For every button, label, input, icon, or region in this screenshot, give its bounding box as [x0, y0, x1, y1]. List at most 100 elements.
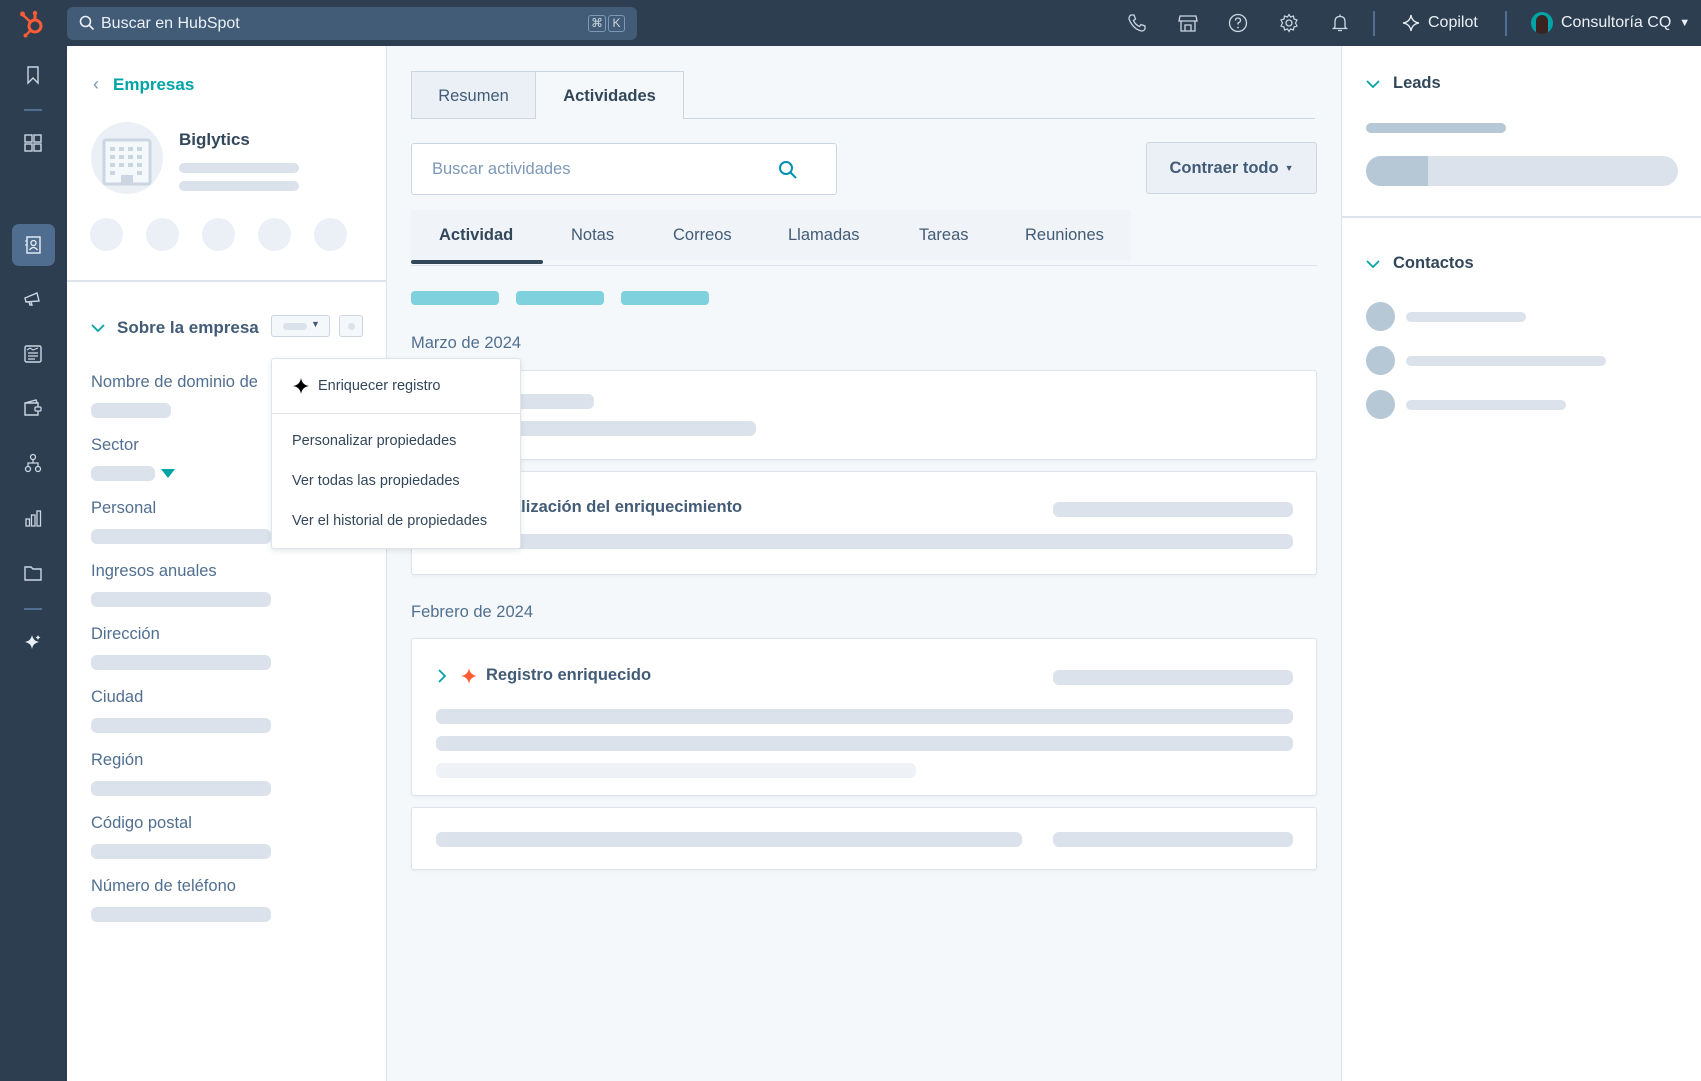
activity-card[interactable]	[411, 370, 1317, 460]
lead-stage-progress	[1366, 156, 1678, 186]
property-value[interactable]	[91, 718, 271, 733]
reporting-icon[interactable]	[22, 507, 44, 529]
account-name: Consultoría CQ	[1561, 14, 1672, 31]
marketing-icon[interactable]	[22, 288, 44, 310]
placeholder-bar	[436, 736, 1293, 751]
property-value[interactable]	[91, 781, 271, 796]
filter-chip[interactable]	[411, 291, 499, 305]
contact-avatar[interactable]	[1366, 302, 1395, 331]
copilot-label: Copilot	[1428, 14, 1478, 31]
hubspot-logo-icon[interactable]	[18, 8, 48, 38]
menu-item-property-history[interactable]: Ver el historial de propiedades	[292, 513, 487, 529]
subtab-notas[interactable]: Notas	[571, 226, 614, 245]
subtab-tareas[interactable]: Tareas	[919, 226, 969, 245]
quick-action-call[interactable]	[202, 218, 235, 251]
menu-item-view-all-properties[interactable]: Ver todas las propiedades	[292, 473, 460, 489]
quick-action-task[interactable]	[258, 218, 291, 251]
company-name: Biglytics	[179, 130, 250, 149]
placeholder-dot	[348, 323, 355, 330]
month-heading: Febrero de 2024	[411, 603, 534, 621]
contact-name-placeholder[interactable]	[1406, 312, 1526, 322]
chevron-right-icon[interactable]	[436, 668, 448, 684]
activity-title: Registro enriquecido	[486, 666, 652, 684]
top-navigation-bar: Buscar en HubSpot ⌘ K Copilot Consultorí…	[0, 0, 1701, 46]
subtab-llamadas[interactable]: Llamadas	[788, 226, 860, 245]
caret-down-icon[interactable]	[161, 469, 175, 478]
property-label: Personal	[91, 499, 157, 517]
placeholder-bar	[1053, 670, 1293, 685]
quick-action-email[interactable]	[146, 218, 179, 251]
actions-dropdown-button[interactable]: ▼	[271, 315, 330, 337]
activity-card[interactable]: alización del enriquecimiento	[411, 471, 1317, 575]
automation-icon[interactable]	[22, 452, 44, 474]
property-value[interactable]	[91, 403, 171, 418]
contact-avatar[interactable]	[1366, 390, 1395, 419]
company-avatar	[91, 122, 163, 194]
user-avatar	[1531, 12, 1553, 34]
command-key-hint: ⌘	[588, 15, 606, 32]
sparkle-icon	[293, 378, 309, 394]
menu-item-enrich-record[interactable]: Enriquecer registro	[318, 378, 441, 394]
marketplace-icon[interactable]	[1178, 13, 1198, 33]
content-icon[interactable]	[22, 343, 44, 365]
property-value[interactable]	[91, 466, 155, 481]
k-key-hint: K	[608, 15, 625, 32]
search-placeholder: Buscar en HubSpot	[101, 15, 240, 32]
associations-sidebar: Leads Contactos	[1341, 46, 1701, 1081]
property-label: Sector	[91, 436, 139, 454]
subtab-reuniones[interactable]: Reuniones	[1025, 226, 1104, 245]
placeholder-bar	[436, 763, 916, 778]
contacts-section-toggle[interactable]: Contactos	[1366, 254, 1474, 273]
property-value[interactable]	[91, 592, 271, 607]
bookmark-icon[interactable]	[22, 64, 44, 86]
property-value[interactable]	[91, 529, 271, 544]
subtab-actividad[interactable]: Actividad	[439, 226, 513, 245]
activity-card[interactable]: Registro enriquecido	[411, 638, 1317, 796]
breeze-ai-icon[interactable]	[22, 631, 44, 653]
activity-card[interactable]	[411, 807, 1317, 870]
about-section-toggle[interactable]: Sobre la empresa	[91, 318, 259, 338]
quick-action-meeting[interactable]	[314, 218, 347, 251]
subtab-correos[interactable]: Correos	[673, 226, 732, 245]
filter-chip[interactable]	[516, 291, 604, 305]
record-sidebar: ‹ Empresas Biglytics Sobre la empresa ▼	[67, 46, 387, 1081]
property-label: Número de teléfono	[91, 877, 236, 895]
contacts-title: Contactos	[1393, 254, 1474, 272]
lead-stage-progress-fill	[1366, 156, 1429, 186]
collapse-all-button[interactable]: Contraer todo ▼	[1146, 142, 1317, 194]
activity-search-input[interactable]: Buscar actividades	[411, 143, 837, 195]
phone-icon[interactable]	[1127, 13, 1147, 33]
contact-name-placeholder[interactable]	[1406, 400, 1566, 410]
property-label: Ciudad	[91, 688, 144, 706]
global-search-input[interactable]: Buscar en HubSpot ⌘ K	[67, 7, 637, 40]
contact-name-placeholder[interactable]	[1406, 356, 1606, 366]
commerce-icon[interactable]	[22, 397, 44, 419]
search-icon[interactable]	[778, 160, 798, 180]
workspaces-icon[interactable]	[22, 132, 44, 154]
property-value[interactable]	[91, 655, 271, 670]
copilot-button[interactable]: Copilot	[1402, 11, 1478, 35]
tab-actividades[interactable]: Actividades	[535, 71, 684, 119]
settings-button[interactable]	[339, 315, 363, 337]
settings-icon[interactable]	[1279, 13, 1299, 33]
contact-avatar[interactable]	[1366, 346, 1395, 375]
active-tab-indicator	[411, 260, 543, 264]
divider	[684, 118, 1315, 119]
placeholder-bar	[1053, 832, 1293, 847]
leads-section-toggle[interactable]: Leads	[1366, 74, 1441, 93]
account-menu[interactable]: Consultoría CQ ▼	[1531, 10, 1690, 36]
back-to-companies-link[interactable]: ‹ Empresas	[93, 74, 194, 95]
activity-title: alización del enriquecimiento	[512, 498, 743, 516]
help-icon[interactable]	[1228, 13, 1248, 33]
quick-action-note[interactable]	[90, 218, 123, 251]
property-value[interactable]	[91, 844, 271, 859]
placeholder-bar	[1366, 123, 1506, 133]
property-label: Nombre de dominio de	[91, 373, 258, 391]
library-folder-icon[interactable]	[22, 562, 44, 584]
tab-resumen[interactable]: Resumen	[411, 71, 536, 119]
contacts-icon[interactable]	[22, 234, 44, 256]
property-value[interactable]	[91, 907, 271, 922]
menu-item-customize-properties[interactable]: Personalizar propiedades	[292, 433, 456, 449]
notifications-icon[interactable]	[1330, 13, 1350, 33]
filter-chip[interactable]	[621, 291, 709, 305]
